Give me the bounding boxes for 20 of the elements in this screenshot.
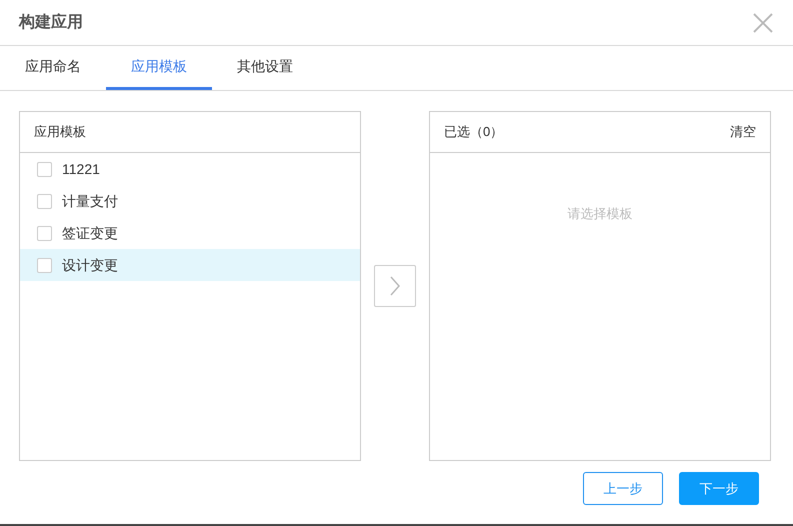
template-label: 11221 xyxy=(62,160,100,178)
template-label: 签证变更 xyxy=(62,224,118,242)
dialog-title: 构建应用 xyxy=(19,12,83,32)
move-right-button[interactable] xyxy=(374,265,416,307)
empty-text: 请选择模板 xyxy=(568,205,632,223)
template-label: 计量支付 xyxy=(62,192,118,210)
checkbox[interactable] xyxy=(37,162,52,176)
chevron-right-icon xyxy=(389,275,401,297)
template-label: 设计变更 xyxy=(62,256,118,274)
clear-link[interactable]: 清空 xyxy=(730,122,756,142)
checkbox[interactable] xyxy=(37,194,52,208)
tab[interactable]: 应用命名 xyxy=(0,46,106,90)
tab[interactable]: 应用模板 xyxy=(106,46,212,90)
panel-title: 已选（0） xyxy=(444,123,504,142)
template-item[interactable]: 设计变更 xyxy=(20,249,360,281)
checkbox[interactable] xyxy=(37,258,52,272)
checkbox[interactable] xyxy=(37,226,52,240)
panel-title: 应用模板 xyxy=(34,123,86,142)
tab[interactable]: 其他设置 xyxy=(212,46,318,90)
close-icon[interactable] xyxy=(752,12,774,34)
